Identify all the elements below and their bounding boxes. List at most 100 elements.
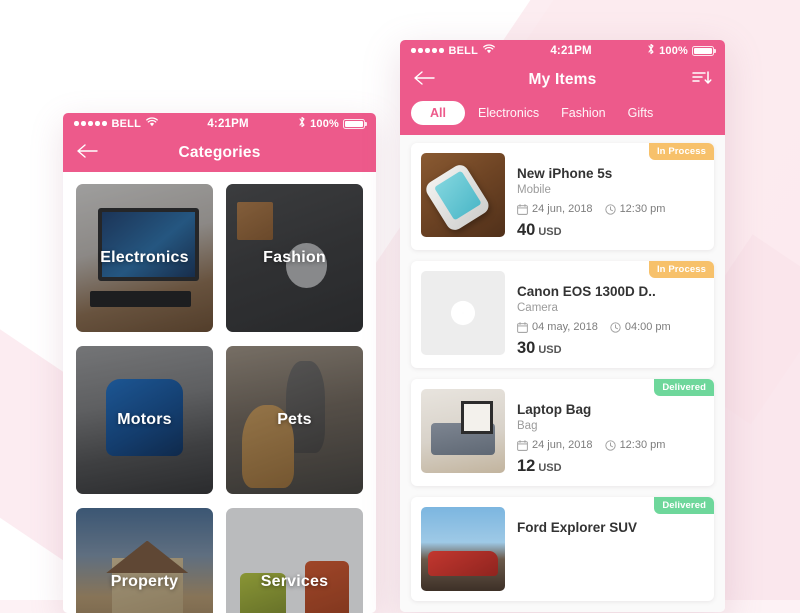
battery-icon xyxy=(692,45,717,56)
clock-icon xyxy=(604,439,616,451)
left-header: BELL 4:21PM 100% Categories xyxy=(63,113,376,172)
left-status-carrier-group: BELL xyxy=(74,117,158,130)
category-filter-tabs: All Electronics Fashion Gifts xyxy=(400,99,725,135)
item-price-currency: USD xyxy=(538,462,562,474)
item-price-amount: 40 xyxy=(517,221,536,239)
item-details: Canon EOS 1300D D.. Camera 04 may, 2018 xyxy=(517,271,671,358)
category-label: Fashion xyxy=(263,249,326,266)
tab-all[interactable]: All xyxy=(411,101,465,125)
category-overlay xyxy=(226,508,363,613)
category-label: Property xyxy=(110,573,179,590)
item-price: 12 USD xyxy=(517,457,665,476)
page-title: Categories xyxy=(178,144,261,161)
image-placeholder-icon xyxy=(450,300,476,326)
category-tile-services[interactable]: Services xyxy=(226,508,363,613)
phone-categories-screen: BELL 4:21PM 100% Categories Electronics … xyxy=(63,113,376,613)
back-button[interactable] xyxy=(76,143,98,164)
item-date-text: 24 jun, 2018 xyxy=(532,439,593,451)
item-thumbnail xyxy=(421,507,505,591)
item-date-text: 04 may, 2018 xyxy=(532,321,598,333)
battery-percent-label: 100% xyxy=(659,44,688,57)
right-status-right-group: 100% xyxy=(647,43,717,58)
item-date: 24 jun, 2018 xyxy=(517,439,593,451)
item-thumbnail xyxy=(421,389,505,473)
status-time: 4:21PM xyxy=(550,44,592,57)
tab-fashion[interactable]: Fashion xyxy=(552,101,614,125)
item-date-text: 24 jun, 2018 xyxy=(532,203,593,215)
category-grid: Electronics Fashion Motors Pets Property… xyxy=(63,172,376,613)
status-badge: In Process xyxy=(648,261,714,278)
category-label: Services xyxy=(260,573,329,590)
category-label: Pets xyxy=(277,411,312,428)
clock-icon xyxy=(610,321,621,333)
category-label: Electronics xyxy=(100,249,189,266)
right-status-bar: BELL 4:21PM 100% xyxy=(400,40,725,61)
wifi-icon xyxy=(146,117,158,130)
item-title: Laptop Bag xyxy=(517,402,592,417)
item-card[interactable]: In Process New iPhone 5s Mobile 24 jun, … xyxy=(411,143,714,250)
item-price-currency: USD xyxy=(538,344,562,356)
item-date: 04 may, 2018 xyxy=(517,321,598,333)
tab-gifts[interactable]: Gifts xyxy=(619,101,663,125)
phone-my-items-screen: BELL 4:21PM 100% My Items All Electronic… xyxy=(400,40,725,612)
item-title: Ford Explorer SUV xyxy=(517,520,638,535)
sort-descending-icon[interactable] xyxy=(692,70,712,91)
item-time-text: 04:00 pm xyxy=(624,321,671,333)
bluetooth-icon xyxy=(647,43,655,58)
category-tile-electronics[interactable]: Electronics xyxy=(76,184,213,332)
item-meta: 24 jun, 2018 12:30 pm xyxy=(517,203,665,215)
back-button[interactable] xyxy=(413,70,435,91)
item-category: Bag xyxy=(517,420,538,432)
item-card[interactable]: Delivered Laptop Bag Bag 24 jun, 2018 12… xyxy=(411,379,714,486)
clock-icon xyxy=(604,203,616,215)
item-meta: 24 jun, 2018 12:30 pm xyxy=(517,439,665,451)
tab-electronics[interactable]: Electronics xyxy=(469,101,548,125)
left-status-right-group: 100% xyxy=(298,116,368,131)
item-time-text: 12:30 pm xyxy=(619,439,666,451)
item-price-amount: 30 xyxy=(517,339,536,357)
left-status-bar: BELL 4:21PM 100% xyxy=(63,113,376,134)
item-details: Laptop Bag Bag 24 jun, 2018 12:30 pm 12 … xyxy=(517,389,665,476)
calendar-icon xyxy=(517,439,528,451)
item-time: 12:30 pm xyxy=(604,203,666,215)
category-overlay xyxy=(76,508,213,613)
category-label: Motors xyxy=(117,411,172,428)
signal-strength-dots-icon xyxy=(411,48,444,53)
left-navbar: Categories xyxy=(63,134,376,172)
item-time: 04:00 pm xyxy=(610,321,671,333)
category-tile-property[interactable]: Property xyxy=(76,508,213,613)
battery-icon xyxy=(343,118,368,129)
bluetooth-icon xyxy=(298,116,306,131)
item-price-currency: USD xyxy=(538,226,562,238)
calendar-icon xyxy=(517,203,528,215)
right-status-carrier-group: BELL xyxy=(411,44,495,57)
category-tile-pets[interactable]: Pets xyxy=(226,346,363,494)
item-price-amount: 12 xyxy=(517,457,536,475)
item-card[interactable]: In Process Canon EOS 1300D D.. Camera 04… xyxy=(411,261,714,368)
calendar-icon xyxy=(517,321,528,333)
item-price: 30 USD xyxy=(517,339,671,358)
item-meta: 04 may, 2018 04:00 pm xyxy=(517,321,671,333)
right-navbar: My Items xyxy=(400,61,725,99)
item-category: Camera xyxy=(517,302,558,314)
signal-strength-dots-icon xyxy=(74,121,107,126)
item-time-text: 12:30 pm xyxy=(619,203,666,215)
page-title: My Items xyxy=(528,71,597,88)
right-header: BELL 4:21PM 100% My Items All Electronic… xyxy=(400,40,725,135)
item-title: New iPhone 5s xyxy=(517,166,613,181)
status-badge: Delivered xyxy=(654,379,714,396)
item-thumbnail xyxy=(421,153,505,237)
category-tile-fashion[interactable]: Fashion xyxy=(226,184,363,332)
status-badge: In Process xyxy=(648,143,714,160)
category-tile-motors[interactable]: Motors xyxy=(76,346,213,494)
carrier-label: BELL xyxy=(448,44,479,57)
items-list: In Process New iPhone 5s Mobile 24 jun, … xyxy=(400,135,725,612)
item-card[interactable]: Delivered Ford Explorer SUV xyxy=(411,497,714,601)
item-title: Canon EOS 1300D D.. xyxy=(517,284,656,299)
item-time: 12:30 pm xyxy=(604,439,666,451)
item-category: Mobile xyxy=(517,184,551,196)
item-details: New iPhone 5s Mobile 24 jun, 2018 12:30 … xyxy=(517,153,665,240)
item-thumbnail xyxy=(421,271,505,355)
item-date: 24 jun, 2018 xyxy=(517,203,593,215)
item-details: Ford Explorer SUV xyxy=(517,507,637,591)
